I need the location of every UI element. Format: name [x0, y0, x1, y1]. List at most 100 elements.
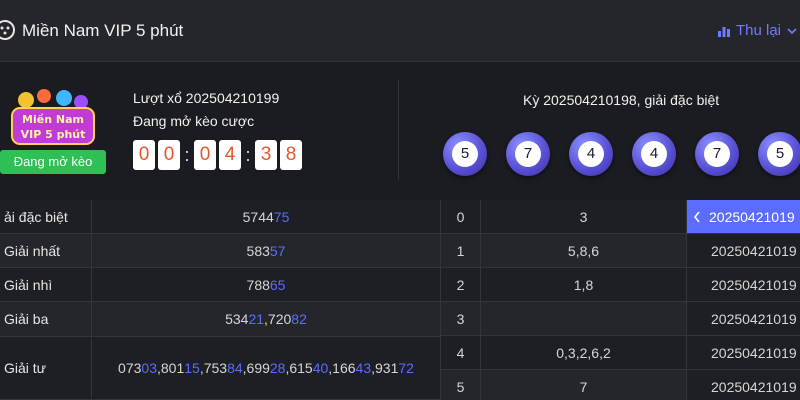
prize-value: 073 03,801 15,753 84,699 28,615 40,166 43,931 7…: [92, 337, 440, 399]
prize-results-table: ải đặc biệt 5744 75 Giải nhất 583 57 Giải …: [0, 200, 440, 400]
history-item-label: 20250421019: [711, 378, 797, 395]
ball-number: 7: [704, 141, 730, 167]
prize-label: Giải nhất: [0, 234, 92, 267]
ball-number: 7: [515, 141, 541, 167]
round-number: Lượt xổ 202504210199: [133, 90, 280, 106]
table-row: 3: [441, 302, 686, 336]
prize-digits-highlight: 43: [355, 360, 372, 376]
tail-digits: 7: [579, 378, 588, 395]
status-badge: Đang mở kèo: [0, 150, 106, 174]
tail-digits: 3: [579, 208, 588, 225]
prize-digits-highlight: 28: [269, 360, 286, 376]
timer-digit: 0: [133, 140, 155, 170]
timer-colon: :: [245, 144, 251, 165]
history-item-label: 20250421019: [711, 242, 797, 259]
timer-digit: 0: [158, 140, 180, 170]
result-ball: 4: [632, 132, 676, 176]
result-ball: 5: [443, 132, 487, 176]
prize-digits: ,166: [328, 360, 356, 376]
history-item[interactable]: 20250421019: [687, 302, 800, 336]
prize-digits-highlight: 03: [141, 360, 157, 376]
page-title: Miền Nam VIP 5 phút: [22, 21, 184, 40]
prize-digits-highlight: 57: [269, 242, 286, 259]
prize-digits: 534: [225, 311, 249, 327]
history-item-label: 20250421019: [711, 276, 797, 293]
table-row: 2 1,8: [441, 268, 686, 302]
timer-digit: 8: [280, 140, 302, 170]
previous-draw-title: Kỳ 202504210198, giải đặc biệt: [523, 92, 720, 108]
table-row: Giải ba 534 21,720 82: [0, 302, 440, 337]
prize-digits-highlight: 21: [248, 311, 265, 327]
tail-digits: 0,3,2,6,2: [556, 344, 611, 361]
prize-label: Giải ba: [0, 302, 92, 336]
prize-digits: ,720: [264, 311, 292, 327]
prize-digits-highlight: 82: [291, 311, 307, 327]
badge-line-1: Miền Nam: [22, 113, 84, 126]
prize-digits-highlight: 75: [273, 208, 290, 225]
tail-digits: 1,8: [573, 276, 594, 293]
prize-digits: ,699: [242, 360, 270, 376]
history-item[interactable]: 20250421019: [687, 370, 800, 400]
ball-number: 4: [578, 141, 604, 167]
betting-status: Đang mở kèo cược: [133, 113, 255, 129]
dice-logo-icon: [0, 20, 15, 40]
ball-number: 4: [641, 141, 667, 167]
result-balls: 5 7 4 4 7 5: [443, 132, 800, 176]
game-badge-logo: Miền Nam VIP 5 phút: [11, 89, 95, 145]
badge-line-2: VIP 5 phút: [21, 128, 86, 141]
result-ball: 4: [569, 132, 613, 176]
prize-value: 534 21,720 82: [92, 302, 440, 336]
prize-digits: 583: [246, 242, 270, 259]
prize-digits: ,801: [156, 360, 185, 376]
history-item[interactable]: 20250421019: [687, 268, 800, 302]
history-item[interactable]: 20250421019: [687, 234, 800, 268]
result-ball: 7: [695, 132, 739, 176]
history-item[interactable]: 20250421019: [687, 336, 800, 370]
history-item-selected[interactable]: 20250421019: [687, 200, 800, 234]
prize-label: Giải nhì: [0, 268, 92, 301]
tail-digits: [481, 302, 686, 335]
head-digit: 3: [441, 302, 481, 335]
countdown-timer: 0 0 : 0 4 : 3 8: [133, 140, 305, 170]
head-digit: 4: [441, 336, 481, 369]
chevron-down-icon: [787, 27, 797, 34]
table-row: 4 0,3,2,6,2: [441, 336, 686, 370]
table-row: 1 5,8,6: [441, 234, 686, 268]
draw-history-list: 20250421019 20250421019 20250421019 2025…: [686, 200, 800, 400]
prize-digits: 073: [118, 360, 142, 376]
bar-chart-icon: [717, 26, 730, 37]
result-ball: 5: [758, 132, 800, 176]
prize-digits-highlight: 65: [269, 276, 286, 293]
result-ball: 7: [506, 132, 550, 176]
table-row: Giải nhì 788 65: [0, 268, 440, 302]
prize-digits-highlight: 72: [398, 360, 414, 376]
prize-digits: 788: [246, 276, 270, 293]
head-digit: 5: [441, 370, 481, 400]
prize-value: 788 65: [92, 268, 440, 301]
prize-digits-highlight: 15: [184, 360, 200, 376]
prize-label: ải đặc biệt: [0, 200, 92, 233]
timer-colon: :: [184, 144, 190, 165]
prize-digits: 5744: [242, 208, 274, 225]
prize-digits: ,931: [371, 360, 399, 376]
draw-panel: Miền Nam VIP 5 phút Đang mở kèo Lượt xổ …: [0, 62, 800, 200]
timer-digit: 4: [219, 140, 241, 170]
head-digit: 2: [441, 268, 481, 301]
history-item-label: 20250421019: [709, 208, 795, 225]
timer-digit: 0: [194, 140, 216, 170]
prize-value: 5744 75: [92, 200, 440, 233]
prize-value: 583 57: [92, 234, 440, 267]
prize-digits-highlight: 40: [312, 360, 329, 376]
header-bar: Miền Nam VIP 5 phút Thu lại: [0, 0, 800, 62]
history-item-label: 20250421019: [711, 310, 797, 327]
history-button[interactable]: Thu lại: [717, 22, 798, 39]
ball-number: 5: [767, 141, 793, 167]
panel-divider: [398, 80, 399, 180]
head-digit: 1: [441, 234, 481, 267]
table-row: 57: [441, 370, 686, 400]
head-tail-table: 03 1 5,8,6 2 1,8 3 4 0,3,2,6,2 57: [440, 200, 686, 400]
table-row: Giải nhất 583 57: [0, 234, 440, 268]
tail-digits: 5,8,6: [567, 242, 600, 259]
prize-digits-highlight: 84: [227, 360, 243, 376]
chevron-left-icon: [693, 211, 700, 222]
